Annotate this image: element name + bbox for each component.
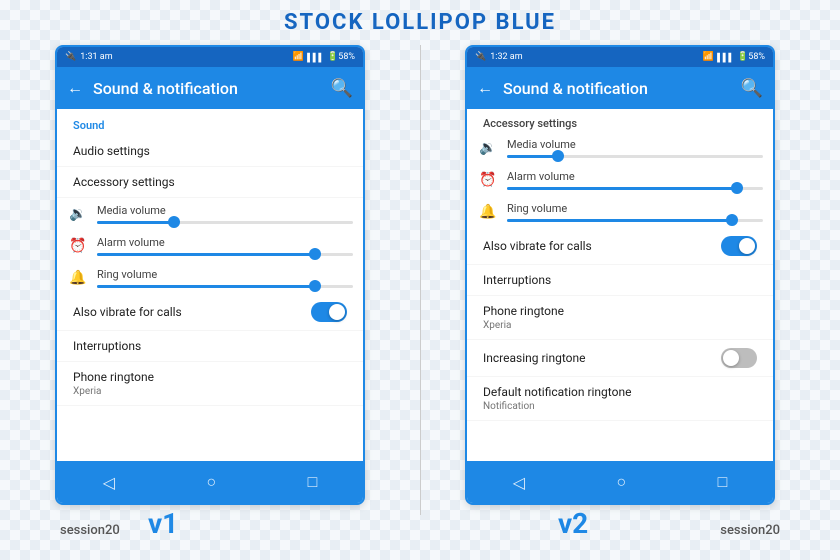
vibrate-toggle-v2[interactable]: [721, 236, 757, 256]
alarm-volume-label-v2: Alarm volume: [507, 170, 763, 183]
phone-v2: 🔌 1:32 am 📶 ▌▌▌ 🔋58% ← Sound & notificat…: [465, 45, 775, 505]
ring-slider-v2[interactable]: [507, 219, 763, 222]
usb-icon: 🔌: [65, 52, 76, 62]
home-nav-v1[interactable]: ○: [206, 472, 216, 492]
session-label-right: session20: [720, 523, 780, 538]
bell-icon-v2: 🔔: [477, 204, 499, 220]
media-volume-label-v2: Media volume: [507, 138, 763, 151]
signal-icon-v2: ▌▌▌: [717, 53, 734, 62]
battery-icon-v1: 🔋58%: [327, 52, 355, 62]
increasing-ringtone-toggle-v2[interactable]: [721, 348, 757, 368]
session-label-left: session20: [60, 523, 120, 538]
v1-label: v1: [148, 507, 178, 540]
phone-v1: 🔌 1:31 am 📶 ▌▌▌ 🔋58% ← Sound & notificat…: [55, 45, 365, 505]
search-icon-v2[interactable]: 🔍: [741, 78, 763, 99]
bottom-nav-v2: ◁ ○ □: [467, 461, 773, 503]
battery-icon-v2: 🔋58%: [737, 52, 765, 62]
home-nav-v2[interactable]: ○: [616, 472, 626, 492]
media-slider-v1[interactable]: [97, 221, 353, 224]
app-bar-title-v2: Sound & notification: [503, 79, 731, 98]
toggle-knob-v1: [329, 304, 345, 320]
status-bar-v2: 🔌 1:32 am 📶 ▌▌▌ 🔋58%: [467, 47, 773, 67]
status-right-v2: 📶 ▌▌▌ 🔋58%: [703, 52, 765, 62]
usb-icon-v2: 🔌: [475, 52, 486, 62]
interruptions-v1[interactable]: Interruptions: [57, 331, 363, 362]
increasing-ringtone-label-v2: Increasing ringtone: [483, 351, 585, 365]
app-bar-v1: ← Sound & notification 🔍: [57, 67, 363, 109]
vibrate-toggle-v1[interactable]: [311, 302, 347, 322]
content-v2: Accessory settings 🔉 Media volume ⏰ Alar…: [467, 109, 773, 461]
default-notification-v2[interactable]: Default notification ringtone Notificati…: [467, 377, 773, 421]
alarm-volume-v1: ⏰ Alarm volume: [57, 230, 363, 262]
speaker-icon-v2: 🔉: [477, 140, 499, 156]
alarm-icon-v2: ⏰: [477, 172, 499, 188]
toggle-knob-v2: [739, 238, 755, 254]
recent-nav-v2[interactable]: □: [718, 472, 728, 492]
ring-slider-v1[interactable]: [97, 285, 353, 288]
bell-icon-v1: 🔔: [67, 270, 89, 286]
media-slider-v2[interactable]: [507, 155, 763, 158]
v2-label: v2: [558, 507, 588, 540]
section-sound-v1: Sound: [57, 109, 363, 136]
toggle-knob-increasing-v2: [723, 350, 739, 366]
back-button-v1[interactable]: ←: [67, 78, 83, 98]
vibrate-toggle-row-v1[interactable]: Also vibrate for calls: [57, 294, 363, 331]
app-bar-title-v1: Sound & notification: [93, 79, 321, 98]
vibrate-label-v1: Also vibrate for calls: [73, 305, 182, 319]
status-left-v1: 🔌 1:31 am: [65, 52, 113, 62]
bottom-nav-v1: ◁ ○ □: [57, 461, 363, 503]
phone-ringtone-sub-v1: Xperia: [73, 386, 347, 397]
phone-ringtone-v1[interactable]: Phone ringtone Xperia: [57, 362, 363, 406]
ring-volume-label-v2: Ring volume: [507, 202, 763, 215]
back-nav-v2[interactable]: ◁: [513, 473, 525, 492]
center-divider: [420, 45, 421, 515]
recent-nav-v1[interactable]: □: [308, 472, 318, 492]
audio-settings-v1[interactable]: Audio settings: [57, 136, 363, 167]
search-icon-v1[interactable]: 🔍: [331, 78, 353, 99]
content-v1: Sound Audio settings Accessory settings …: [57, 109, 363, 461]
wifi-icon-v1: 📶: [293, 52, 304, 62]
status-time-v2: 1:32 am: [490, 52, 522, 62]
alarm-icon-v1: ⏰: [67, 238, 89, 254]
back-nav-v1[interactable]: ◁: [103, 473, 115, 492]
status-right-v1: 📶 ▌▌▌ 🔋58%: [293, 52, 355, 62]
alarm-slider-v1[interactable]: [97, 253, 353, 256]
ring-volume-v2: 🔔 Ring volume: [467, 196, 773, 228]
vibrate-label-v2: Also vibrate for calls: [483, 239, 592, 253]
phone-ringtone-v2[interactable]: Phone ringtone Xperia: [467, 296, 773, 340]
media-volume-label-v1: Media volume: [97, 204, 353, 217]
wifi-icon-v2: 📶: [703, 52, 714, 62]
default-notification-sub-v2: Notification: [483, 401, 757, 412]
status-time-v1: 1:31 am: [80, 52, 112, 62]
interruptions-v2[interactable]: Interruptions: [467, 265, 773, 296]
vibrate-toggle-row-v2[interactable]: Also vibrate for calls: [467, 228, 773, 265]
phone-ringtone-sub-v2: Xperia: [483, 320, 757, 331]
ring-volume-v1: 🔔 Ring volume: [57, 262, 363, 294]
app-bar-v2: ← Sound & notification 🔍: [467, 67, 773, 109]
increasing-ringtone-row-v2[interactable]: Increasing ringtone: [467, 340, 773, 377]
status-bar-v1: 🔌 1:31 am 📶 ▌▌▌ 🔋58%: [57, 47, 363, 67]
alarm-slider-v2[interactable]: [507, 187, 763, 190]
media-volume-v1: 🔉 Media volume: [57, 198, 363, 230]
accessory-header-v2: Accessory settings: [467, 109, 773, 132]
page-title: STOCK LOLLIPOP BLUE: [0, 10, 840, 35]
accessory-settings-v1: Accessory settings: [57, 167, 363, 198]
status-left-v2: 🔌 1:32 am: [475, 52, 523, 62]
alarm-volume-v2: ⏰ Alarm volume: [467, 164, 773, 196]
back-button-v2[interactable]: ←: [477, 78, 493, 98]
speaker-icon-v1: 🔉: [67, 206, 89, 222]
media-volume-v2: 🔉 Media volume: [467, 132, 773, 164]
signal-icon-v1: ▌▌▌: [307, 53, 324, 62]
